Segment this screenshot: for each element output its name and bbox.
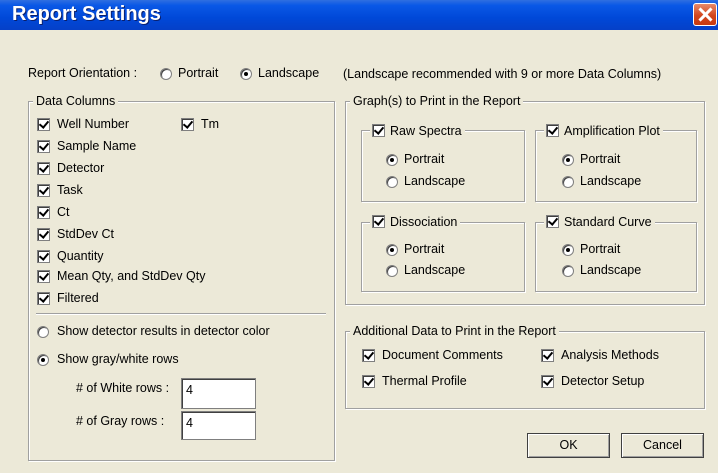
label-task: Task — [57, 183, 83, 197]
radio-gray-white-rows[interactable] — [37, 354, 49, 366]
checkbox-dissociation[interactable] — [372, 215, 385, 228]
checkbox-task[interactable] — [37, 184, 50, 197]
data-columns-title: Data Columns — [33, 94, 119, 108]
checkbox-detector[interactable] — [37, 162, 50, 175]
gray-rows-input[interactable]: 4 — [181, 411, 256, 440]
checkbox-filtered[interactable] — [37, 292, 50, 305]
additional-data-group — [345, 331, 705, 409]
label-document-comments: Document Comments — [382, 348, 503, 362]
amplification-portrait-label: Portrait — [580, 152, 621, 166]
checkbox-mean-qty[interactable] — [37, 270, 50, 283]
cancel-button[interactable]: Cancel — [621, 433, 704, 458]
label-detector: Detector — [57, 161, 105, 175]
label-detector-color: Show detector results in detector color — [57, 324, 270, 338]
graphs-title: Graph(s) to Print in the Report — [350, 94, 524, 108]
orientation-landscape-radio[interactable] — [240, 68, 252, 80]
checkbox-quantity[interactable] — [37, 250, 50, 263]
orientation-portrait-label: Portrait — [178, 66, 219, 80]
label-stddev-ct: StdDev Ct — [57, 227, 114, 241]
amplification-landscape-label: Landscape — [580, 174, 642, 188]
raw-spectra-header: Raw Spectra — [370, 124, 465, 138]
dissociation-portrait-radio[interactable] — [386, 244, 398, 256]
checkbox-document-comments[interactable] — [362, 349, 375, 362]
checkbox-standard-curve[interactable] — [546, 215, 559, 228]
label-amplification-plot: Amplification Plot — [564, 124, 660, 138]
raw-spectra-landscape-radio[interactable] — [386, 176, 398, 188]
additional-data-title: Additional Data to Print in the Report — [350, 324, 559, 338]
checkbox-sample-name[interactable] — [37, 140, 50, 153]
raw-spectra-portrait-label: Portrait — [404, 152, 445, 166]
checkbox-well-number[interactable] — [37, 118, 50, 131]
checkbox-detector-setup[interactable] — [541, 375, 554, 388]
white-rows-input[interactable]: 4 — [181, 378, 256, 409]
dissociation-landscape-label: Landscape — [404, 263, 466, 277]
label-ct: Ct — [57, 205, 70, 219]
orientation-label: Report Orientation : — [28, 66, 138, 80]
dissociation-portrait-label: Portrait — [404, 242, 445, 256]
dissociation-header: Dissociation — [370, 215, 461, 229]
raw-spectra-group — [361, 130, 525, 202]
dissociation-group — [361, 222, 525, 292]
checkbox-analysis-methods[interactable] — [541, 349, 554, 362]
label-mean-qty: Mean Qty, and StdDev Qty — [57, 269, 206, 283]
report-settings-dialog: Report Settings Report Orientation : Por… — [0, 0, 718, 473]
amplification-landscape-radio[interactable] — [562, 176, 574, 188]
standard-curve-portrait-label: Portrait — [580, 242, 621, 256]
label-well-number: Well Number — [57, 117, 130, 131]
checkbox-amplification-plot[interactable] — [546, 124, 559, 137]
standard-curve-header: Standard Curve — [544, 215, 655, 229]
amplification-plot-group — [535, 130, 697, 202]
label-dissociation: Dissociation — [390, 215, 458, 229]
standard-curve-portrait-radio[interactable] — [562, 244, 574, 256]
amplification-portrait-radio[interactable] — [562, 154, 574, 166]
standard-curve-landscape-label: Landscape — [580, 263, 642, 277]
dissociation-landscape-radio[interactable] — [386, 265, 398, 277]
label-standard-curve: Standard Curve — [564, 215, 652, 229]
label-filtered: Filtered — [57, 291, 99, 305]
checkbox-stddev-ct[interactable] — [37, 228, 50, 241]
raw-spectra-portrait-radio[interactable] — [386, 154, 398, 166]
white-rows-label: # of White rows : — [76, 381, 170, 395]
label-sample-name: Sample Name — [57, 139, 137, 153]
label-raw-spectra: Raw Spectra — [390, 124, 462, 138]
data-columns-divider — [36, 313, 326, 315]
checkbox-thermal-profile[interactable] — [362, 375, 375, 388]
label-gray-white-rows: Show gray/white rows — [57, 352, 179, 366]
checkbox-tm[interactable] — [181, 118, 194, 131]
ok-button[interactable]: OK — [527, 433, 610, 458]
radio-detector-color[interactable] — [37, 326, 49, 338]
gray-rows-label: # of Gray rows : — [76, 414, 165, 428]
close-icon[interactable] — [693, 3, 717, 26]
orientation-portrait-radio[interactable] — [160, 68, 172, 80]
raw-spectra-landscape-label: Landscape — [404, 174, 466, 188]
label-detector-setup: Detector Setup — [561, 374, 645, 388]
label-tm: Tm — [201, 117, 220, 131]
checkbox-raw-spectra[interactable] — [372, 124, 385, 137]
title-bar[interactable]: Report Settings — [0, 0, 718, 30]
orientation-note: (Landscape recommended with 9 or more Da… — [343, 67, 662, 81]
standard-curve-landscape-radio[interactable] — [562, 265, 574, 277]
orientation-landscape-label: Landscape — [258, 66, 320, 80]
label-quantity: Quantity — [57, 249, 104, 263]
checkbox-ct[interactable] — [37, 206, 50, 219]
window-title: Report Settings — [12, 3, 161, 25]
label-thermal-profile: Thermal Profile — [382, 374, 467, 388]
label-analysis-methods: Analysis Methods — [561, 348, 659, 362]
standard-curve-group — [535, 222, 697, 292]
amplification-plot-header: Amplification Plot — [544, 124, 663, 138]
